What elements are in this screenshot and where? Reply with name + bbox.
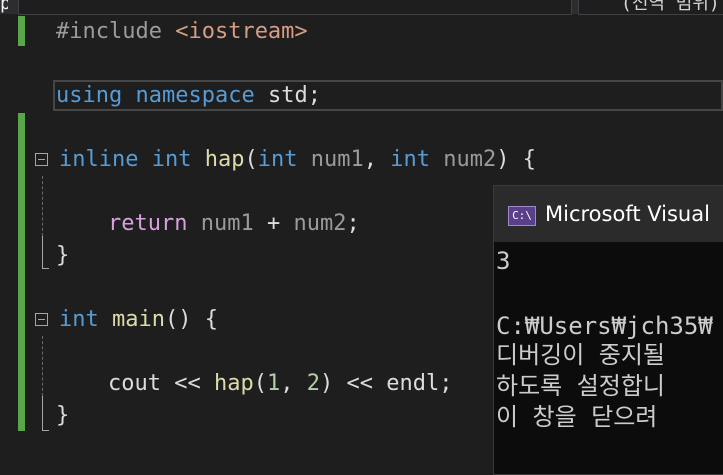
console-title-bar[interactable]: C:\ Microsoft Visual (494, 186, 723, 242)
file-tab-label: p (0, 0, 8, 14)
console-message-line: 이 창을 닫으려 (496, 403, 658, 431)
editor-top-bar: p (전역 범위) (0, 0, 723, 15)
file-tab-fragment[interactable]: p (0, 0, 8, 14)
paren-open: ( (253, 371, 267, 396)
keyword-int: int (257, 147, 298, 172)
identifier-cout: cout (108, 371, 161, 396)
param-num2: num2 (443, 147, 497, 172)
indent-guide (42, 176, 43, 236)
scope-guide-end (42, 268, 49, 269)
collapse-box-icon[interactable] (35, 153, 48, 166)
include-header: <iostream> (175, 19, 308, 44)
code-line-hap-signature[interactable]: inline int hap(int num1, int num2) { (59, 145, 536, 175)
indent-guide (42, 336, 43, 396)
semicolon: ; (346, 211, 360, 236)
param-num1: num1 (310, 147, 364, 172)
console-app-icon: C:\ (508, 206, 536, 226)
console-exit-path: C:₩Users₩jch35₩ (496, 312, 713, 340)
scope-dropdown-label: (전역 범위) (621, 0, 720, 14)
project-dropdown[interactable] (18, 0, 572, 15)
close-brace: } (56, 243, 70, 268)
console-message-line: 하도록 설정합니 (496, 372, 666, 400)
keyword-int: int (151, 147, 192, 172)
debug-console-window[interactable]: C:\ Microsoft Visual 3 C:₩Users₩jch35₩ 디… (493, 185, 723, 475)
number-literal: 1 (266, 371, 281, 396)
close-brace: } (56, 403, 70, 428)
paren-close: ) (319, 371, 334, 396)
scope-guide (42, 396, 43, 430)
number-literal: 2 (306, 371, 320, 396)
code-line-include[interactable]: #include <iostream> (56, 17, 308, 47)
change-bar (18, 16, 25, 46)
plus-operator: + (253, 211, 294, 236)
code-line-main-signature[interactable]: int main() { (59, 305, 218, 335)
signature-close: ) { (496, 147, 536, 172)
collapse-box-icon[interactable] (35, 313, 48, 326)
semicolon: ; (439, 371, 453, 396)
stream-operator: << (160, 371, 214, 396)
keyword-return: return (108, 211, 188, 236)
scope-guide (42, 236, 43, 268)
code-line-close-brace[interactable]: } (56, 241, 69, 271)
keyword-namespace: namespace (135, 83, 255, 108)
code-line-close-brace[interactable]: } (56, 401, 69, 431)
change-bar (18, 113, 25, 431)
paren-open: ( (244, 147, 258, 172)
keyword-inline: inline (59, 147, 139, 172)
param-num2: num2 (293, 211, 347, 236)
identifier-endl: endl (386, 371, 440, 396)
keyword-int: int (59, 307, 99, 332)
stream-operator: << (333, 371, 387, 396)
console-title: Microsoft Visual (545, 202, 710, 226)
console-output-value: 3 (496, 247, 511, 275)
function-call-hap: hap (213, 371, 254, 396)
namespace-name: std; (267, 83, 321, 108)
keyword-using: using (56, 83, 123, 108)
keyword-int: int (390, 147, 430, 172)
include-directive: #include (56, 19, 162, 44)
function-name-main: main (112, 307, 165, 332)
main-signature-rest: () { (164, 307, 218, 332)
scope-guide-end (42, 430, 49, 431)
code-line-cout[interactable]: cout << hap(1, 2) << endl; (108, 369, 452, 399)
code-line-using[interactable]: using namespace std; (56, 81, 321, 111)
param-separator: , (363, 147, 391, 172)
code-line-return[interactable]: return num1 + num2; (108, 209, 360, 239)
scope-dropdown[interactable]: (전역 범위) (578, 0, 723, 15)
console-message-line: 디버깅이 중지될 (496, 341, 666, 369)
function-name-hap: hap (204, 147, 245, 172)
arg-separator: , (280, 371, 307, 396)
param-num1: num1 (200, 211, 254, 236)
